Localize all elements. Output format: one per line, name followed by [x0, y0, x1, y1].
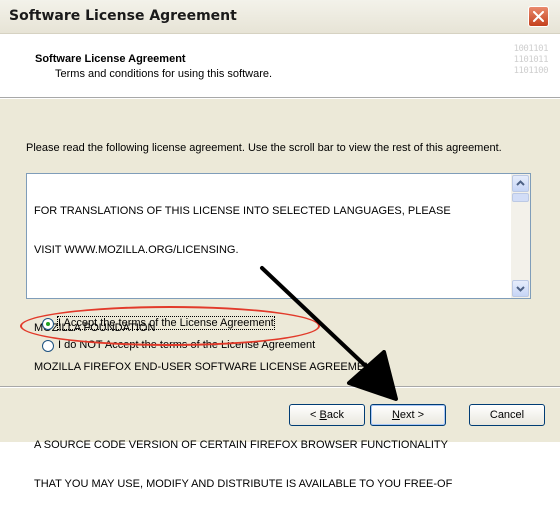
binary-logo-line: 1101100	[513, 66, 549, 76]
header-panel: Software License Agreement Terms and con…	[0, 34, 560, 98]
license-dialog: Software License Agreement Software Lice…	[0, 0, 560, 490]
close-icon	[533, 11, 544, 22]
chevron-up-icon	[516, 180, 525, 186]
license-line: VISIT WWW.MOZILLA.ORG/LICENSING.	[34, 244, 239, 256]
binary-logo-line: 1001101	[513, 44, 549, 54]
header-divider	[0, 98, 560, 99]
accept-radio[interactable]	[42, 318, 54, 330]
binary-logo: 1001101 1101011 1101100	[504, 44, 549, 77]
radio-selected-dot	[46, 322, 50, 326]
back-label: ack	[326, 409, 344, 421]
scroll-thumb[interactable]	[512, 193, 529, 202]
back-accesskey: B	[319, 409, 327, 421]
license-line: A SOURCE CODE VERSION OF CERTAIN FIREFOX…	[34, 439, 448, 451]
header-title: Software License Agreement	[35, 53, 186, 65]
license-line: ​	[34, 283, 509, 296]
chevron-down-icon	[516, 286, 525, 292]
next-accesskey: N	[391, 409, 400, 421]
window-title: Software License Agreement	[9, 8, 237, 24]
back-prefix: <	[310, 409, 320, 421]
footer-divider-highlight	[0, 387, 560, 388]
back-button[interactable]: < Back	[289, 404, 365, 426]
cancel-button[interactable]: Cancel	[469, 404, 545, 426]
license-text-box[interactable]: FOR TRANSLATIONS OF THIS LICENSE INTO SE…	[26, 173, 531, 490]
title-bar[interactable]: Software License Agreement	[0, 0, 560, 34]
decline-label[interactable]: I do NOT Accept the terms of the License…	[58, 339, 315, 351]
scroll-down-button[interactable]	[512, 280, 529, 297]
close-button[interactable]	[528, 6, 549, 27]
accept-label[interactable]: I Accept the terms of the License Agreem…	[57, 316, 275, 330]
vertical-scrollbar[interactable]	[511, 174, 530, 298]
license-line: MOZILLA FIREFOX END-USER SOFTWARE LICENS…	[34, 361, 379, 373]
license-line: THAT YOU MAY USE, MODIFY AND DISTRIBUTE …	[34, 478, 453, 490]
header-subtitle: Terms and conditions for using this soft…	[55, 68, 273, 80]
next-label: ext >	[399, 409, 425, 421]
license-line: FOR TRANSLATIONS OF THIS LICENSE INTO SE…	[34, 205, 451, 217]
binary-logo-line: 1101011	[513, 55, 549, 65]
intro-text: Please read the following license agreem…	[26, 142, 502, 154]
scroll-up-button[interactable]	[512, 175, 529, 192]
next-button[interactable]: Next >	[370, 404, 446, 426]
decline-radio[interactable]	[42, 340, 54, 352]
